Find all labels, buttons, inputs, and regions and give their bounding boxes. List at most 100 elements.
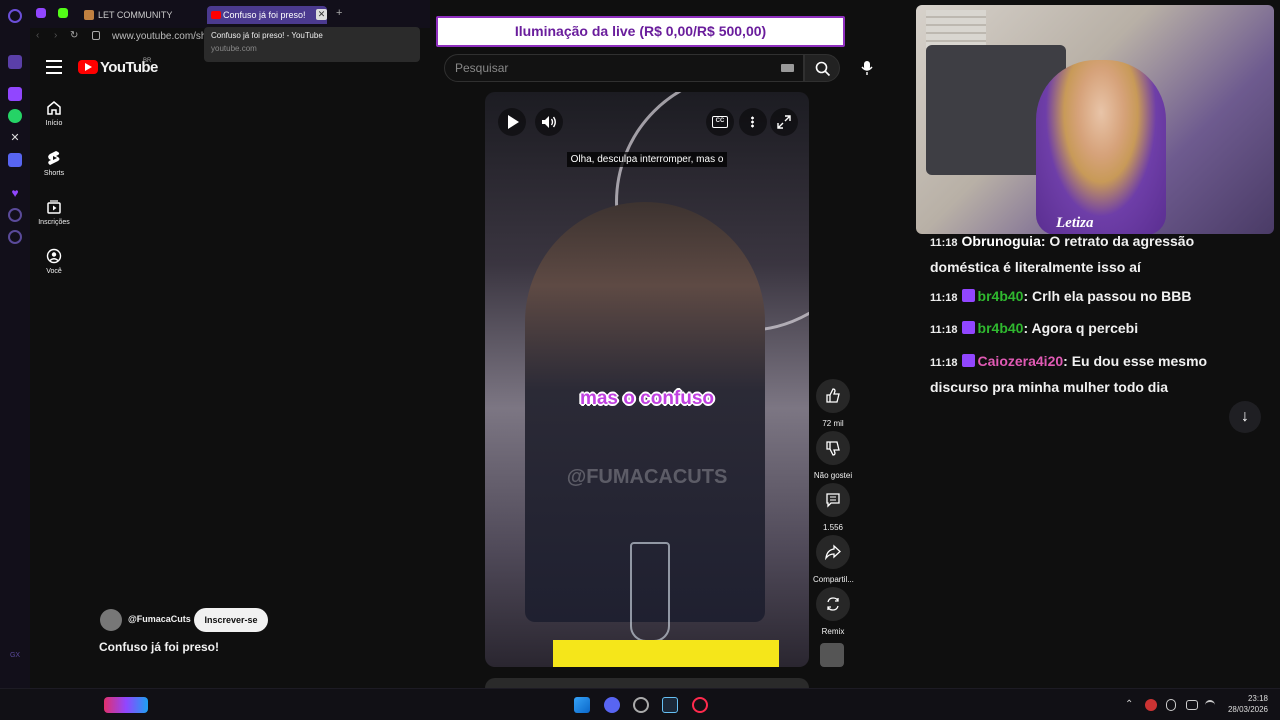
tab-youtube-short[interactable]: Confuso já foi preso! [207, 6, 327, 24]
search-button[interactable] [804, 54, 840, 82]
nav-label: Você [46, 268, 62, 275]
subscribe-button[interactable]: Inscrever-se [194, 608, 268, 632]
youtube-favicon [211, 11, 221, 19]
chat-message: 11:18 Caiozera4i20: Eu dou esse mesmo dis… [930, 353, 1208, 395]
clock[interactable]: 23:18 28/03/2026 [1226, 693, 1268, 715]
share-button[interactable]: Compartil... [813, 535, 854, 584]
social-icons-overlay [104, 697, 148, 713]
opera-gx-taskbar-icon[interactable] [692, 697, 708, 713]
app-taskbar-icon[interactable] [633, 697, 649, 713]
chat-username[interactable]: Caiozera4i20 [978, 353, 1064, 369]
discord-icon[interactable] [8, 153, 22, 167]
share-icon [825, 544, 841, 560]
watermark-text: @FUMACACUTS [566, 466, 728, 488]
x-icon[interactable]: ✕ [8, 131, 22, 145]
heart-icon[interactable]: ♥ [8, 186, 22, 200]
more-options-button[interactable] [739, 108, 767, 136]
search-icon [815, 61, 831, 77]
opera-logo-icon[interactable] [8, 9, 22, 23]
url-text[interactable]: www.youtube.com/sho [112, 31, 212, 42]
twitch-badge-icon [961, 289, 975, 302]
chat-username[interactable]: br4b40 [978, 320, 1024, 336]
like-count: 72 mil [822, 419, 844, 428]
search-input[interactable]: Pesquisar [444, 54, 804, 82]
more-vert-icon [751, 116, 754, 128]
nav-subscriptions[interactable]: Inscrições [30, 199, 78, 226]
comments-button[interactable]: 1.556 [813, 483, 853, 532]
new-tab-button[interactable]: + [336, 7, 342, 19]
tab-bar: LET COMMUNITY Confuso já foi preso! ✕ + [30, 0, 430, 28]
nav-you[interactable]: Você [30, 248, 78, 275]
webcam-overlay: Letiza [916, 5, 1274, 234]
chat-message: 11:18 Obrunoguia: O retrato da agressão d… [930, 233, 1195, 275]
short-video-player[interactable]: CC Olha, desculpa interromper, mas o mas… [485, 92, 809, 667]
settings-icon[interactable] [8, 230, 22, 244]
tray-chevron-icon[interactable]: ⌃ [1125, 699, 1133, 710]
windows-start-icon[interactable] [574, 697, 590, 713]
tray-mic-icon[interactable] [1166, 699, 1176, 711]
tray-volume-icon[interactable] [1205, 700, 1215, 710]
tray-display-icon[interactable] [1186, 700, 1198, 710]
top-caption: Olha, desculpa interromper, mas o [485, 149, 809, 167]
extensions-icon[interactable]: GX [8, 652, 22, 666]
channel-name[interactable]: @FumacaCuts [128, 614, 191, 624]
captions-button[interactable]: CC [706, 108, 734, 136]
clock-time: 23:18 [1247, 694, 1268, 703]
tooltip-domain: youtube.com [211, 44, 257, 53]
water-glass [630, 542, 670, 642]
chat-time: 11:18 [930, 292, 958, 304]
chat-message: 11:18 br4b40: Crlh ela passou no BBB [930, 288, 1192, 304]
chat-message: 11:18 br4b40: Agora q percebi [930, 320, 1139, 336]
steam-icon[interactable] [662, 697, 678, 713]
audio-track-thumbnail[interactable] [820, 643, 844, 667]
whatsapp-icon[interactable] [8, 109, 22, 123]
remix-label: Remix [821, 627, 845, 636]
twitch-icon[interactable] [8, 87, 22, 101]
chat-text: Agora q percebi [1031, 320, 1139, 336]
nav-shorts[interactable]: Shorts [30, 150, 78, 177]
chat-username[interactable]: br4b40 [978, 288, 1024, 304]
tray-app-icon[interactable] [1145, 699, 1157, 711]
back-icon[interactable]: ‹ [36, 30, 39, 41]
twitch-tab-icon[interactable] [36, 8, 46, 18]
aria-icon[interactable] [8, 55, 22, 69]
share-label: Compartil... [813, 575, 854, 584]
top-caption-text: Olha, desculpa interromper, mas o [566, 152, 728, 167]
volume-button[interactable] [535, 108, 563, 136]
comment-icon [826, 493, 840, 508]
menu-icon[interactable] [46, 60, 62, 74]
nav-home[interactable]: Início [30, 100, 78, 127]
subtitle-text: mas o confuso [579, 388, 715, 409]
twitch-badge-icon [961, 354, 975, 367]
short-title[interactable]: Confuso já foi preso! [99, 640, 219, 654]
dislike-button[interactable]: Não gostei [813, 431, 853, 480]
tab-tooltip: Confuso já foi preso! - YouTube youtube.… [204, 27, 420, 62]
next-short-preview[interactable] [485, 678, 809, 688]
youtube-logo-icon[interactable] [78, 60, 98, 74]
nav-label: Inscrições [38, 219, 70, 226]
history-icon[interactable] [8, 208, 22, 222]
close-tab-icon[interactable]: ✕ [316, 9, 327, 20]
shorts-icon [48, 151, 60, 165]
lower-third-bar [553, 640, 779, 667]
chat-username[interactable]: Obrunoguia [962, 233, 1041, 249]
comment-count: 1.556 [822, 523, 844, 532]
play-icon [508, 115, 519, 129]
microphone-icon [861, 61, 873, 75]
like-button[interactable]: 72 mil [813, 379, 853, 428]
play-button[interactable] [498, 108, 526, 136]
remix-button[interactable]: Remix [813, 587, 853, 636]
fullscreen-button[interactable] [770, 108, 798, 136]
remix-icon [827, 597, 839, 611]
forward-icon[interactable]: › [54, 30, 57, 41]
voice-search-button[interactable] [852, 54, 881, 82]
kick-tab-icon[interactable] [58, 8, 68, 18]
reload-icon[interactable]: ↻ [70, 30, 78, 41]
dislike-label: Não gostei [813, 471, 853, 480]
captions-icon: CC [712, 116, 728, 128]
channel-avatar[interactable] [100, 609, 122, 631]
discord-taskbar-icon[interactable] [604, 697, 620, 713]
scroll-down-icon[interactable]: ↓ [1229, 401, 1261, 433]
subscriptions-icon [47, 200, 61, 214]
keyboard-icon[interactable] [781, 64, 794, 72]
